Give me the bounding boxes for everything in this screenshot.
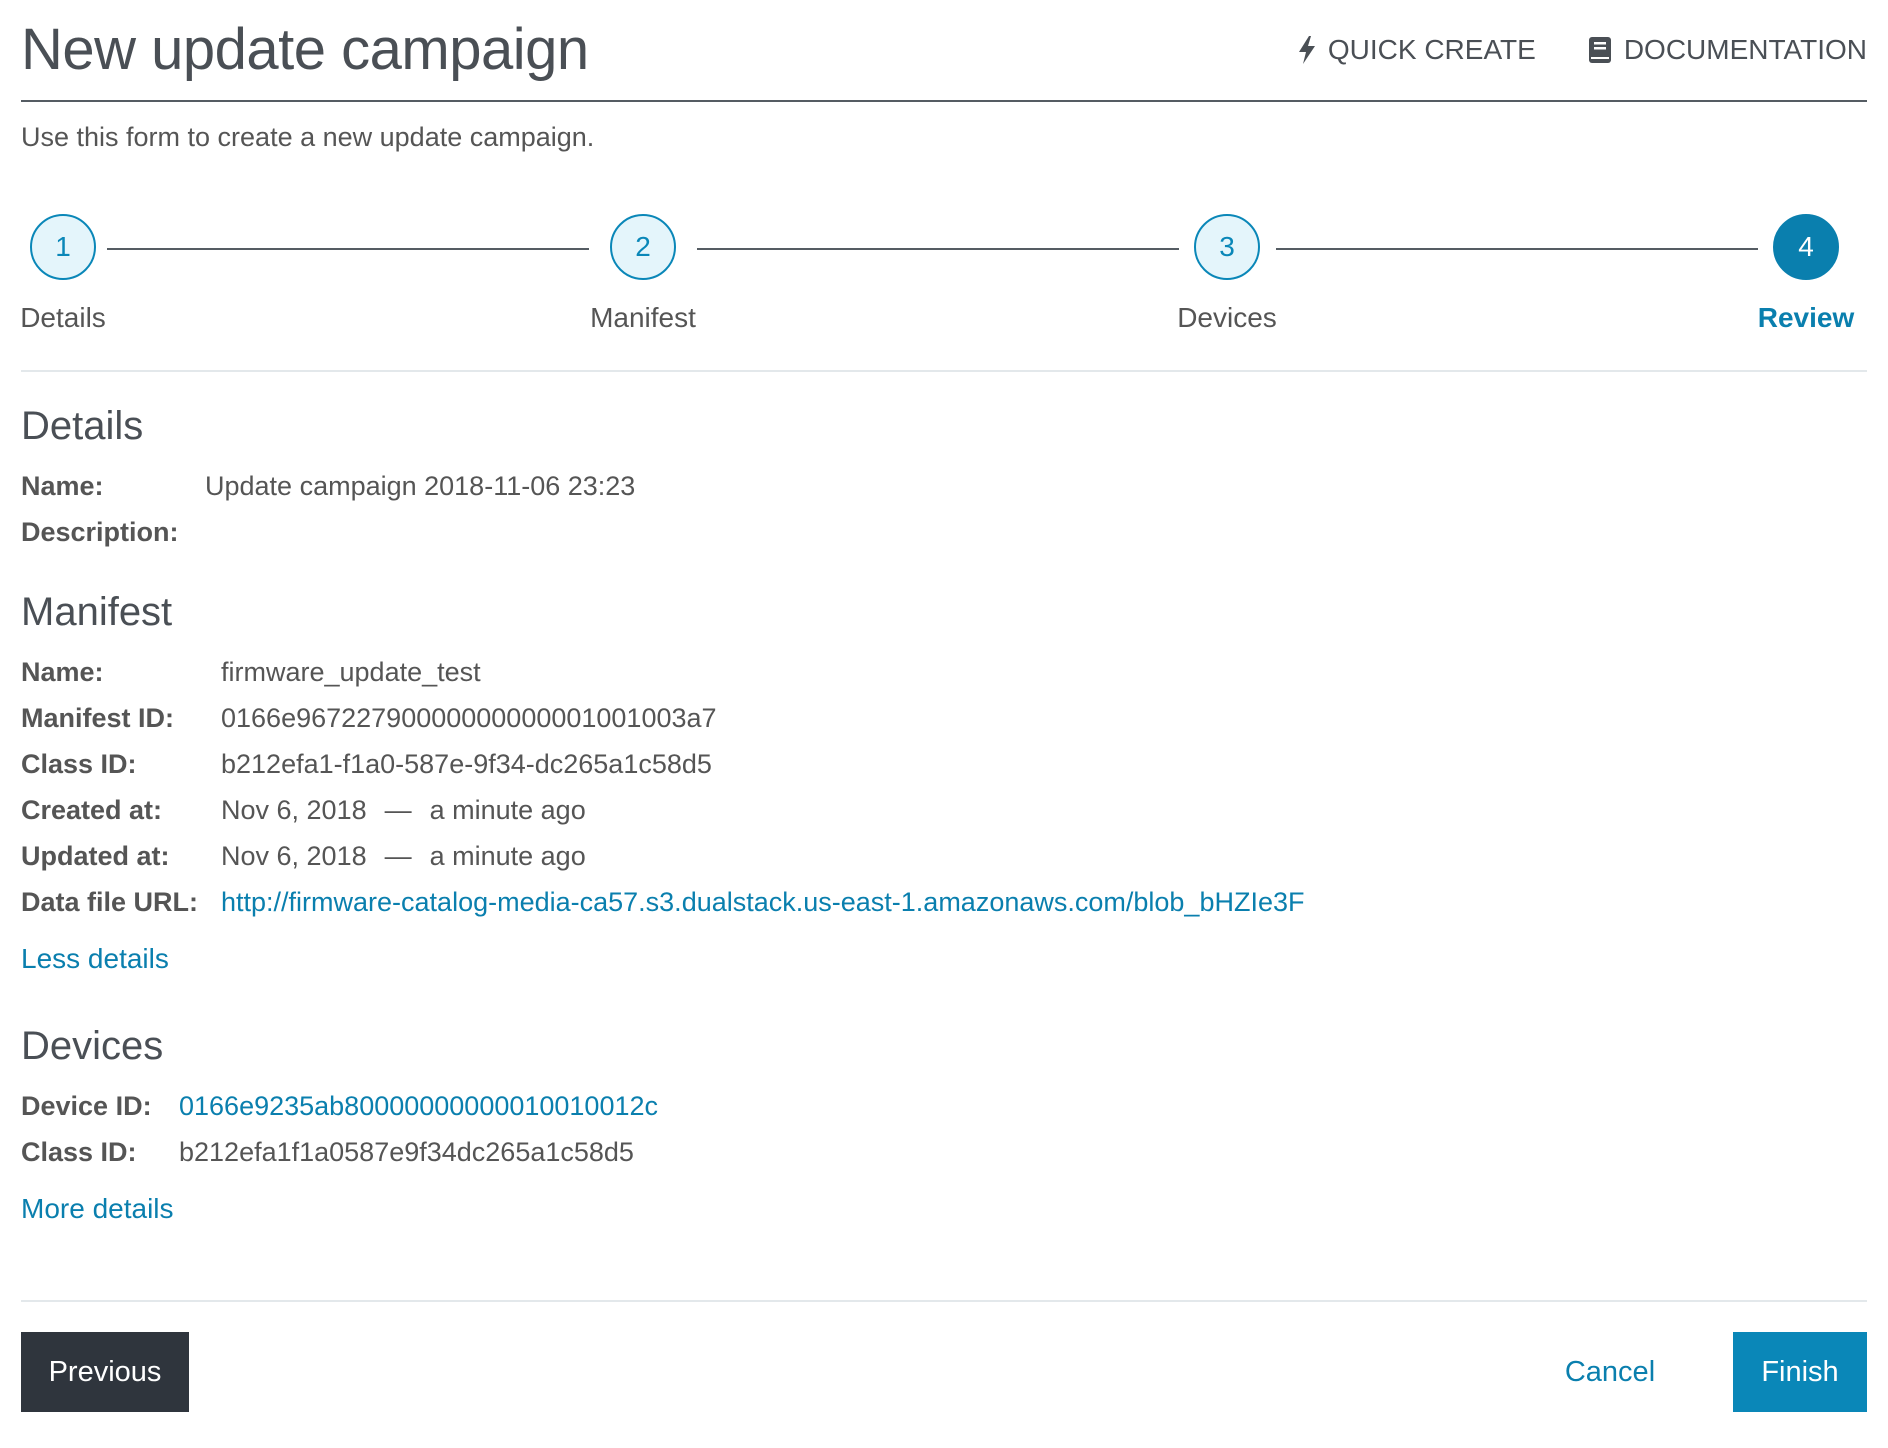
stepper: 1 Details 2 Manifest 3 Devices 4 Review	[20, 210, 1867, 372]
field-label: Name:	[21, 657, 104, 687]
quick-create-label: QUICK CREATE	[1327, 34, 1536, 65]
step-devices[interactable]: 3 Devices	[1171, 214, 1283, 334]
step-label: Devices	[1177, 302, 1277, 333]
detail-row: Name: Update campaign 2018-11-06 23:23	[21, 463, 635, 509]
step-number: 2	[610, 214, 676, 280]
step-connector	[697, 248, 1179, 250]
field-label: Created at:	[21, 795, 163, 825]
step-number: 3	[1194, 214, 1260, 280]
book-icon	[1588, 36, 1612, 64]
data-file-url-link[interactable]: http://firmware-catalog-media-ca57.s3.du…	[221, 879, 1304, 925]
field-label: Description:	[21, 517, 179, 547]
field-label: Class ID:	[21, 1137, 137, 1167]
step-connector	[1276, 248, 1758, 250]
intro-text: Use this form to create a new update cam…	[21, 122, 595, 152]
created-relative: a minute ago	[429, 795, 586, 825]
lightning-icon	[1298, 36, 1316, 64]
details-section: Details Name: Update campaign 2018-11-06…	[21, 404, 635, 555]
step-details[interactable]: 1 Details	[11, 214, 115, 334]
previous-button[interactable]: Previous	[21, 1332, 189, 1412]
field-label: Name:	[21, 471, 104, 501]
step-label: Details	[20, 302, 106, 333]
detail-row: Description:	[21, 509, 635, 555]
page-header: New update campaign QUICK CREATE DOCUMEN…	[21, 0, 1867, 102]
less-details-link[interactable]: Less details	[21, 943, 169, 975]
updated-relative: a minute ago	[429, 841, 586, 871]
devices-section: Devices Device ID: 0166e9235ab8000000000…	[21, 1024, 658, 1225]
step-label: Review	[1757, 302, 1855, 333]
manifest-section: Manifest Name: firmware_update_test Mani…	[21, 590, 1304, 975]
page-title: New update campaign	[21, 17, 589, 82]
finish-button[interactable]: Finish	[1733, 1332, 1867, 1412]
manifest-id: 0166e96722790000000000001001003a7	[221, 703, 717, 733]
documentation-label: DOCUMENTATION	[1623, 34, 1867, 65]
manifest-name: firmware_update_test	[221, 657, 481, 687]
quick-create-link[interactable]: QUICK CREATE	[1298, 34, 1536, 66]
step-number: 4	[1773, 214, 1839, 280]
date-separator: —	[384, 841, 412, 871]
step-label: Manifest	[590, 302, 696, 333]
updated-date: Nov 6, 2018	[221, 841, 367, 871]
step-number: 1	[30, 214, 96, 280]
manifest-row: Manifest ID: 0166e9672279000000000000100…	[21, 695, 1304, 741]
manifest-row: Data file URL: http://firmware-catalog-m…	[21, 879, 1304, 925]
step-connector	[107, 248, 589, 250]
field-label: Device ID:	[21, 1091, 152, 1121]
field-label: Data file URL:	[21, 887, 199, 917]
section-title: Details	[21, 404, 144, 448]
field-label: Manifest ID:	[21, 703, 175, 733]
device-row: Class ID: b212efa1f1a0587e9f34dc265a1c58…	[21, 1129, 658, 1175]
device-id-link[interactable]: 0166e9235ab80000000000010010012c	[179, 1083, 658, 1129]
more-details-link[interactable]: More details	[21, 1193, 174, 1225]
manifest-row: Class ID: b212efa1-f1a0-587e-9f34-dc265a…	[21, 741, 1304, 787]
section-title: Devices	[21, 1024, 164, 1068]
manifest-row: Updated at: Nov 6, 2018 — a minute ago	[21, 833, 1304, 879]
date-separator: —	[384, 795, 412, 825]
manifest-class-id: b212efa1-f1a0-587e-9f34-dc265a1c58d5	[221, 749, 712, 779]
created-date: Nov 6, 2018	[221, 795, 367, 825]
device-class-id: b212efa1f1a0587e9f34dc265a1c58d5	[179, 1137, 634, 1167]
device-row: Device ID: 0166e9235ab800000000000100100…	[21, 1083, 658, 1129]
field-label: Updated at:	[21, 841, 170, 871]
campaign-name: Update campaign 2018-11-06 23:23	[205, 471, 636, 501]
manifest-row: Name: firmware_update_test	[21, 649, 1304, 695]
manifest-row: Created at: Nov 6, 2018 — a minute ago	[21, 787, 1304, 833]
header-actions: QUICK CREATE DOCUMENTATION	[1298, 34, 1867, 66]
step-review[interactable]: 4 Review	[1754, 214, 1858, 334]
field-label: Class ID:	[21, 749, 137, 779]
step-manifest[interactable]: 2 Manifest	[587, 214, 699, 334]
section-title: Manifest	[21, 590, 173, 634]
cancel-button[interactable]: Cancel	[1545, 1332, 1675, 1412]
form-footer: Previous Cancel Finish	[21, 1300, 1867, 1422]
documentation-link[interactable]: DOCUMENTATION	[1588, 34, 1867, 66]
page: New update campaign QUICK CREATE DOCUMEN…	[0, 0, 1888, 1448]
